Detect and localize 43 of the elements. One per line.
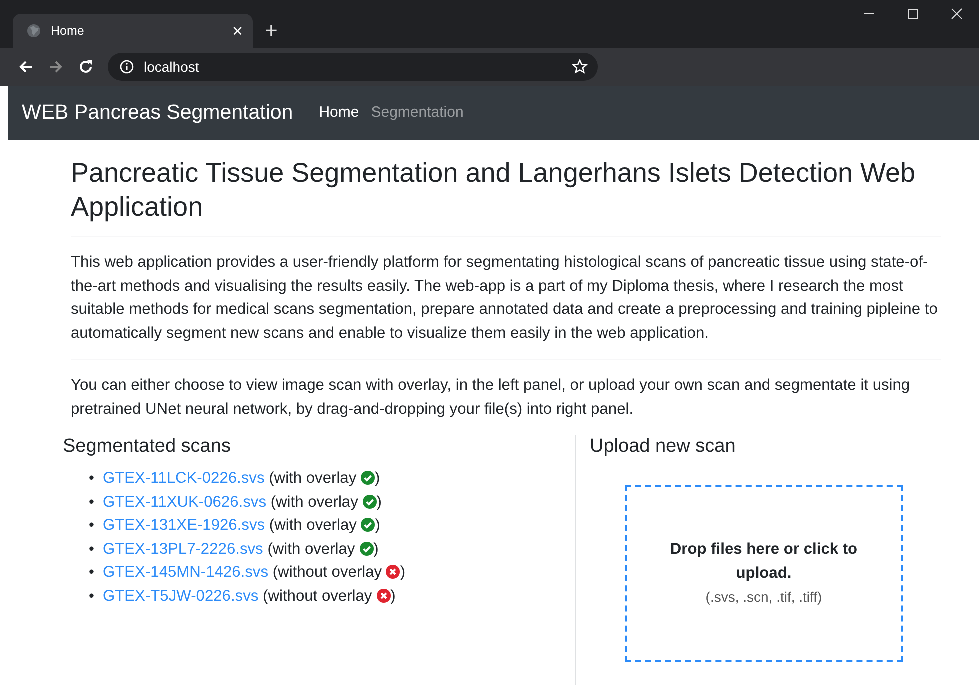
bullet: •	[89, 469, 96, 489]
closing-parenthesis: )	[400, 564, 406, 582]
reload-icon[interactable]	[78, 59, 94, 75]
globe-icon	[27, 24, 41, 38]
page-title: Pancreatic Tissue Segmentation and Langerhans Islets Detection Web Application	[71, 157, 917, 224]
bullet: •	[89, 563, 96, 584]
overlay-note: (with overlay	[268, 470, 358, 487]
drop-message: Drop files here or click to upload.	[669, 540, 859, 584]
overlay-note: (without overlay	[272, 564, 384, 582]
closing-parenthesis: )	[374, 470, 380, 487]
instructions-paragraph: You can either choose to view image scan with overlay, in the left panel, or upload your own scan and segmentate it using pretrained UNet neural network, by drag-and-dropping your file(s) into right panel.	[71, 376, 912, 420]
info-icon	[120, 60, 134, 74]
section-heading: Segmentated scans	[63, 435, 232, 459]
nav-link[interactable]: Home	[319, 102, 360, 124]
closing-parenthesis: )	[390, 588, 396, 605]
bullet: •	[89, 492, 96, 513]
overlay-note: (with overlay	[266, 540, 356, 558]
file-formats: (.svs, .scn, .tif, .tiff)	[706, 588, 822, 607]
overlay-note: (without overlay	[262, 588, 374, 605]
star-icon[interactable]	[572, 59, 588, 75]
nav-link[interactable]: Segmentation	[371, 102, 464, 124]
drop-zone[interactable]: Drop files here or click to upload. (.svs, .scn, .tif, .tiff)	[625, 485, 903, 662]
forward-icon[interactable]	[48, 59, 64, 75]
bullet: •	[89, 516, 96, 536]
closing-parenthesis: )	[374, 540, 379, 558]
overlay-note: (with overlay	[268, 517, 358, 534]
browser-tab[interactable]: Home ×	[13, 14, 253, 48]
bullet: •	[89, 540, 96, 560]
close-icon[interactable]	[951, 8, 963, 20]
navbar-brand[interactable]: WEB Pancreas Segmentation	[22, 98, 294, 128]
intro-paragraph: This web application provides a user-friendly platform for segmentating histological scans of pancreatic tissue using state-of-the-art methods and visualising the results easily. The web-app is a part of my Diploma thesis, where I research the most suitable methods for medical scans segmentation, prepare annotated data and create a preprocessing and training pipleine to automatically segment new scans and enable to visualize them easily in the web application.	[71, 253, 939, 344]
url-text: localhost	[144, 58, 200, 76]
tab-title: Home	[51, 22, 86, 40]
back-icon[interactable]	[18, 59, 34, 75]
section-heading: Upload new scan	[590, 435, 737, 459]
closing-parenthesis: )	[375, 517, 380, 534]
address-bar[interactable]: localhost	[108, 53, 598, 81]
maximize-icon[interactable]	[907, 8, 919, 20]
bullet: •	[89, 586, 96, 607]
new-tab-button[interactable]: +	[265, 20, 278, 42]
closing-parenthesis: )	[376, 494, 382, 511]
close-tab-button[interactable]: ×	[232, 22, 243, 40]
overlay-note: (with overlay	[270, 494, 360, 511]
